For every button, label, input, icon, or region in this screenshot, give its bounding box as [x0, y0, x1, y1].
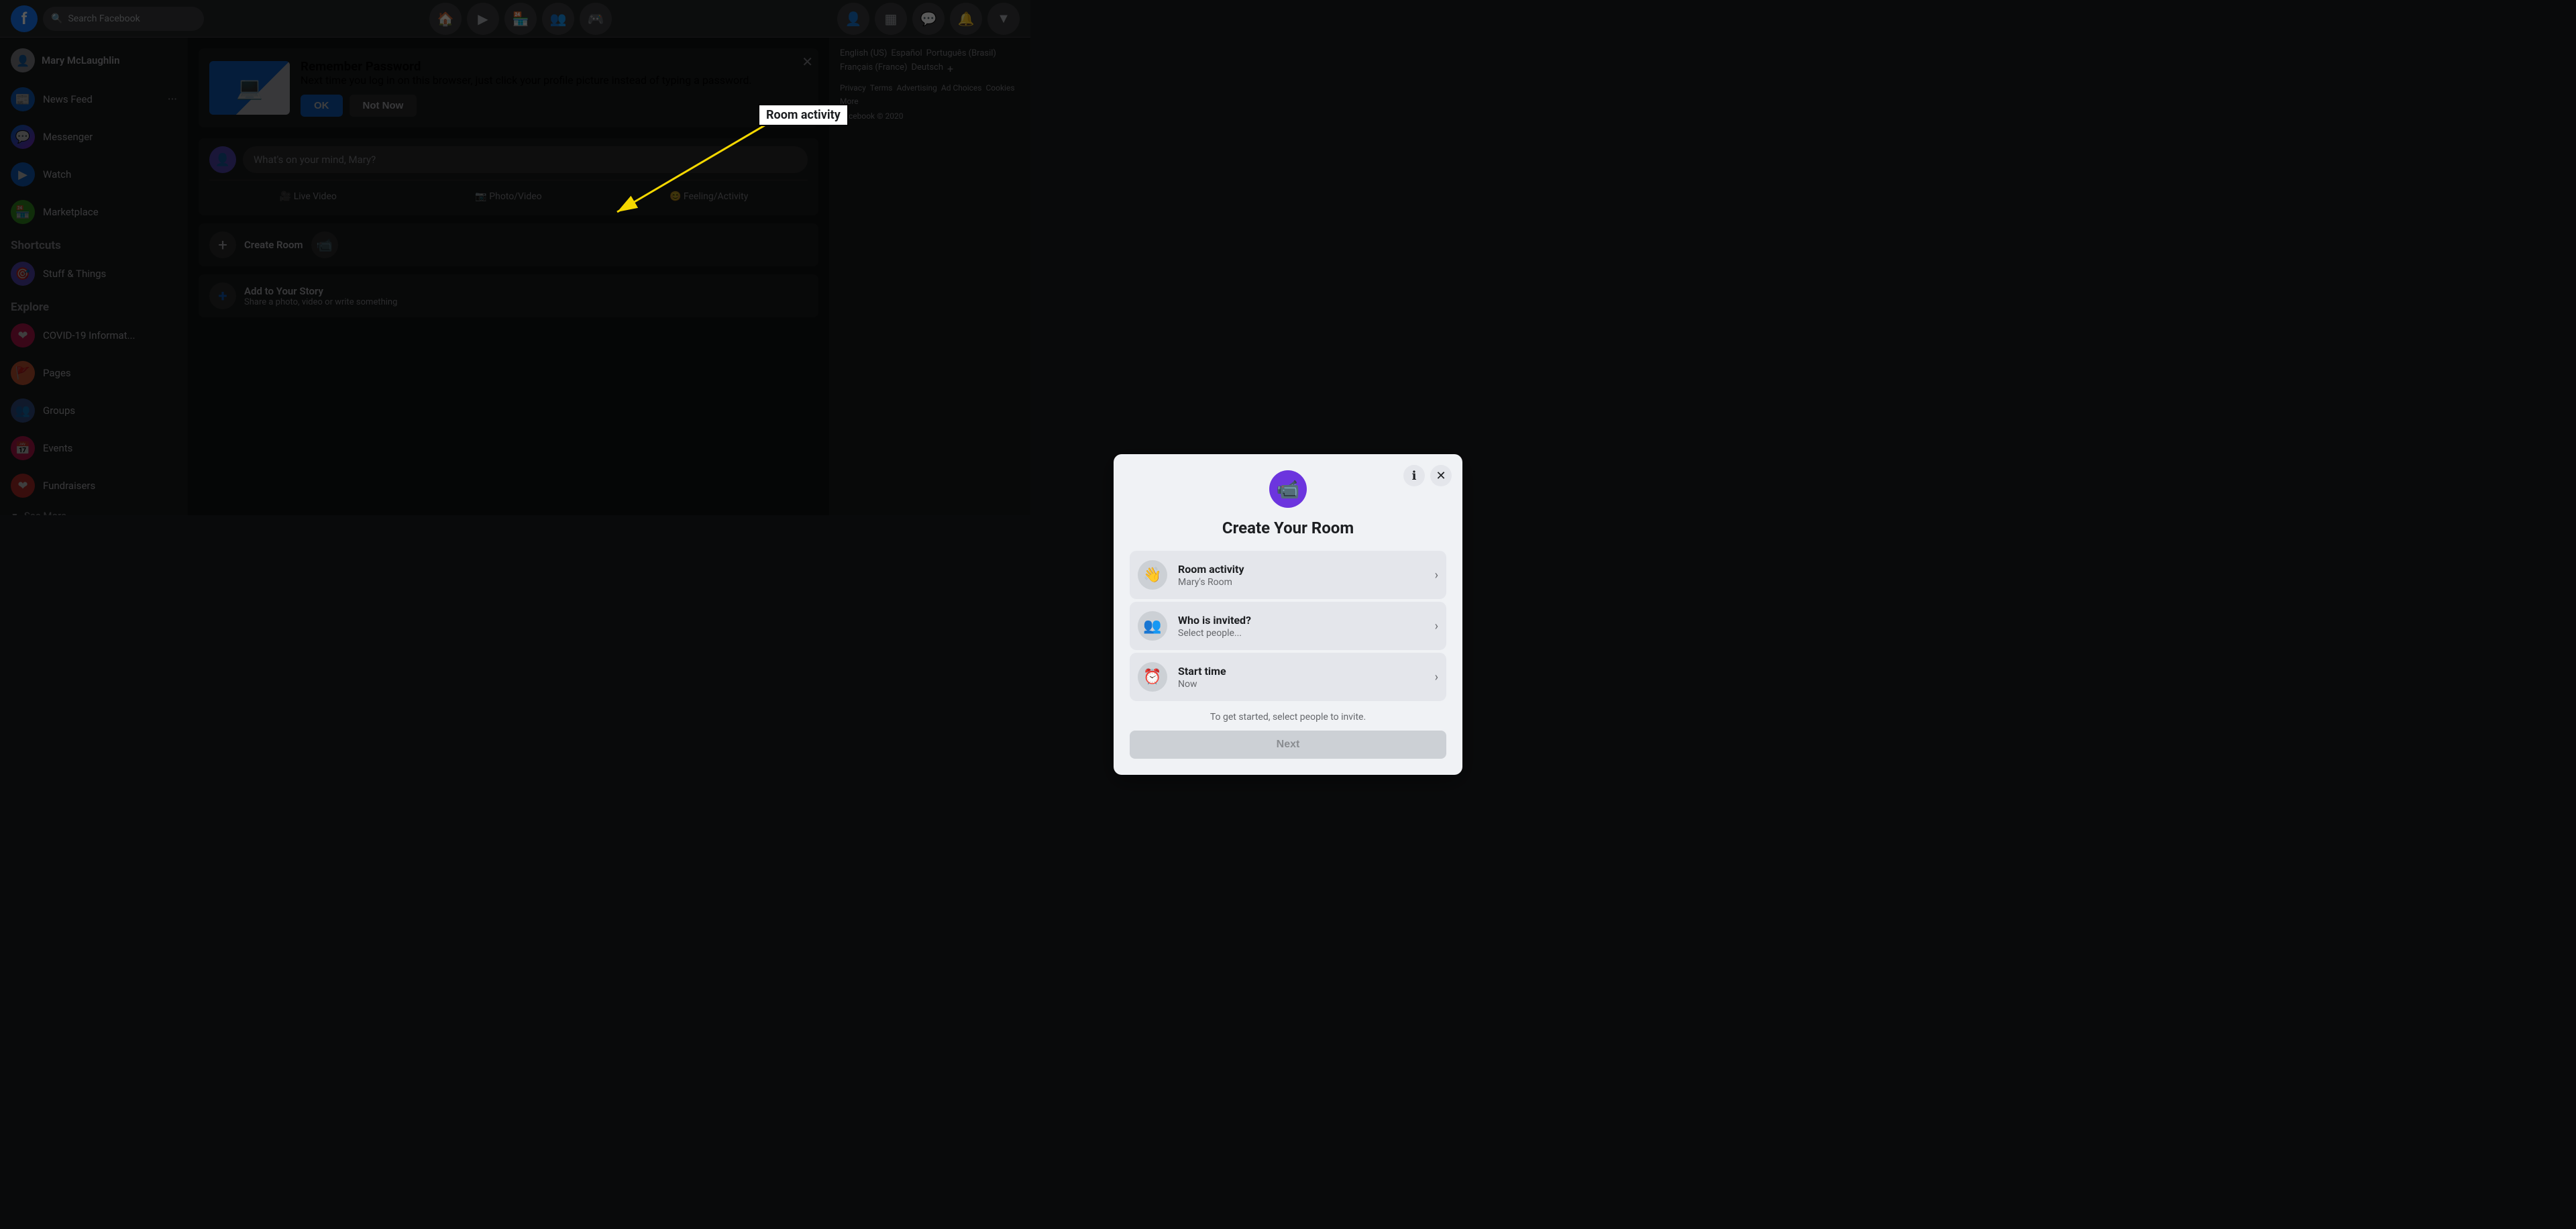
room-activity-subtitle: Mary's Room [1178, 577, 1424, 588]
who-invited-content: Who is invited? Select people... [1178, 614, 1424, 639]
modal-overlay: ℹ ✕ 📹 Create Your Room 👋 Room activity M… [0, 0, 2576, 1229]
close-icon: ✕ [1436, 469, 1446, 483]
start-time-icon: ⏰ [1138, 662, 1167, 692]
who-invited-title: Who is invited? [1178, 614, 1424, 627]
modal-close-button[interactable]: ✕ [1430, 465, 1452, 486]
modal-next-button[interactable]: Next [1130, 731, 1446, 759]
modal-icon-top: 📹 [1130, 470, 1446, 508]
modal-info-button[interactable]: ℹ [1403, 465, 1425, 486]
start-time-content: Start time Now [1178, 665, 1424, 690]
who-invited-chevron: › [1435, 619, 1438, 633]
who-invited-icon: 👥 [1138, 611, 1167, 641]
room-activity-icon: 👋 [1138, 560, 1167, 590]
who-invited-subtitle: Select people... [1178, 628, 1424, 639]
room-activity-chevron: › [1435, 568, 1438, 582]
modal-video-icon: 📹 [1269, 470, 1307, 508]
start-time-subtitle: Now [1178, 679, 1424, 690]
modal-hint: To get started, select people to invite. [1130, 712, 1446, 723]
start-time-title: Start time [1178, 665, 1424, 678]
modal-title: Create Your Room [1130, 519, 1446, 537]
modal-who-invited-item[interactable]: 👥 Who is invited? Select people... › [1130, 602, 1446, 650]
info-icon: ℹ [1412, 469, 1417, 483]
modal-start-time-item[interactable]: ⏰ Start time Now › [1130, 653, 1446, 701]
start-time-chevron: › [1435, 670, 1438, 684]
modal-room-activity-item[interactable]: 👋 Room activity Mary's Room › [1130, 551, 1446, 599]
create-room-modal: ℹ ✕ 📹 Create Your Room 👋 Room activity M… [1114, 454, 1462, 775]
room-activity-content: Room activity Mary's Room [1178, 563, 1424, 588]
room-activity-title: Room activity [1178, 563, 1424, 576]
